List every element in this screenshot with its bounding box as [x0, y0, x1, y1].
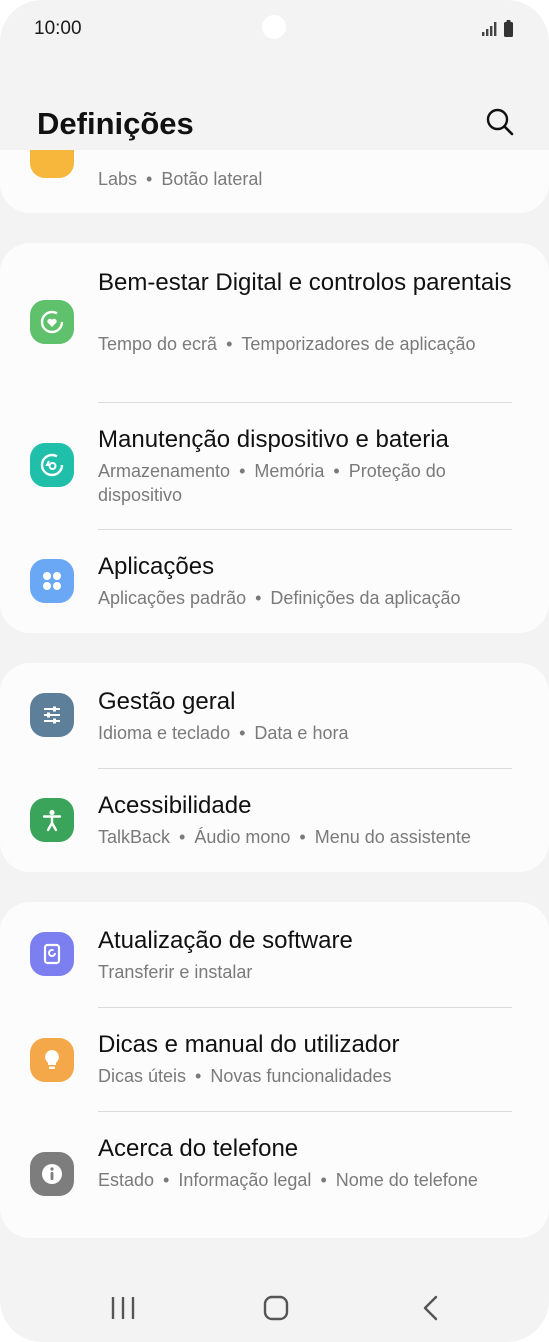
settings-card-3: Atualização de software Transferir e ins… [0, 902, 549, 1238]
back-icon [423, 1295, 438, 1321]
item-title: Dicas e manual do utilizador [98, 1031, 400, 1058]
advanced-features-icon [30, 150, 74, 178]
settings-item-apps[interactable]: Aplicações Aplicações padrão • Definições … [0, 530, 549, 633]
signal-battery-icon [482, 20, 513, 37]
item-title: Gestão geral [98, 688, 236, 715]
navigation-bar [0, 1270, 549, 1342]
item-title: Acessibilidade [98, 792, 252, 819]
about-phone-icon [30, 1152, 74, 1196]
item-subtitle: Labs • Botão lateral [98, 169, 263, 189]
accessibility-icon [30, 798, 74, 842]
settings-card-2: Gestão geral Idioma e teclado • Data e hor… [0, 663, 549, 872]
settings-item-software-update[interactable]: Atualização de software Transferir e ins… [0, 902, 549, 1007]
item-subtitle: Tempo do ecrã • Temporizadores de aplicaçã… [98, 334, 476, 354]
settings-card-partial: Labs • Botão lateral [0, 150, 549, 213]
item-title: Acerca do telefone [98, 1135, 299, 1162]
home-button[interactable] [252, 1290, 300, 1326]
status-time: 10:00 [34, 18, 82, 39]
item-title: Manutenção dispositivo e bateria [98, 426, 449, 453]
device-care-icon [30, 443, 74, 487]
back-button[interactable] [406, 1290, 454, 1326]
home-icon [263, 1295, 289, 1321]
software-update-icon [30, 932, 74, 976]
general-management-icon [30, 693, 74, 737]
item-subtitle: Armazenamento • Memória • Proteção do dispos… [98, 461, 446, 505]
item-title: Atualização de software [98, 927, 353, 954]
item-subtitle: Estado • Informação legal • Nome do telefone [98, 1170, 478, 1190]
tips-icon [30, 1038, 74, 1082]
item-subtitle: Aplicações padrão • Definições da aplicaçã… [98, 588, 461, 608]
apps-icon [30, 559, 74, 603]
settings-item-device-care[interactable]: Manutenção dispositivo e bateria Armazen… [0, 403, 549, 530]
recent-apps-button[interactable] [99, 1290, 147, 1326]
camera-cutout [262, 15, 286, 39]
settings-item-accessibility[interactable]: Acessibilidade TalkBack • Áudio mono • Menu … [0, 769, 549, 872]
status-bar: 10:00 [0, 0, 549, 58]
recent-apps-icon [111, 1297, 135, 1319]
item-subtitle: Dicas úteis • Novas funcionalidades [98, 1066, 392, 1086]
page-title: Definições [37, 106, 194, 141]
settings-item-digital-wellbeing[interactable]: Bem-estar Digital e controlos parentais … [0, 243, 549, 403]
item-subtitle: TalkBack • Áudio mono • Menu do assistente [98, 827, 471, 847]
search-button[interactable] [482, 104, 518, 140]
search-icon [486, 108, 514, 136]
item-subtitle: Transferir e instalar [98, 962, 253, 982]
item-title: Bem-estar Digital e controlos parentais [98, 269, 512, 296]
header: Definições [0, 90, 549, 154]
settings-item-about-phone[interactable]: Acerca do telefone Estado • Informação leg… [0, 1112, 549, 1238]
item-subtitle: Idioma e teclado • Data e hora [98, 723, 349, 743]
item-title: Aplicações [98, 553, 215, 580]
digital-wellbeing-icon [30, 300, 74, 344]
phone-screen: 10:00 Definições Labs • Botão lateral Be… [0, 0, 549, 1342]
settings-item-general-management[interactable]: Gestão geral Idioma e teclado • Data e hor… [0, 663, 549, 768]
settings-card-1: Bem-estar Digital e controlos parentais … [0, 243, 549, 633]
settings-item-tips[interactable]: Dicas e manual do utilizador Dicas úteis… [0, 1008, 549, 1111]
settings-item-advanced[interactable]: Labs • Botão lateral [0, 150, 549, 213]
